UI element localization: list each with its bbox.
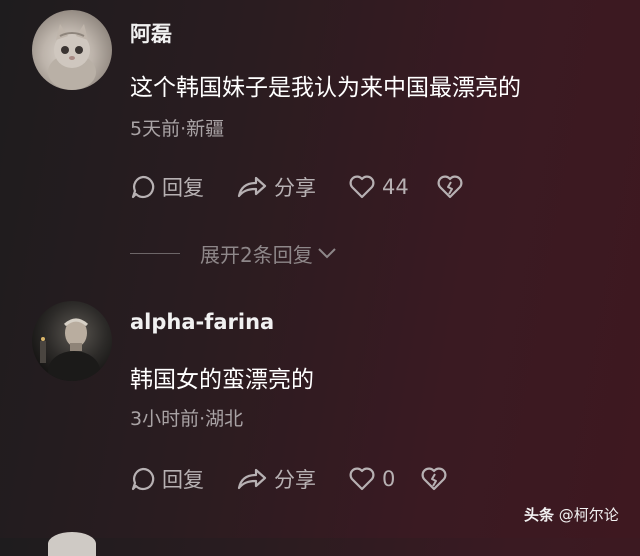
divider-line <box>130 252 180 254</box>
watermark: 头条 @柯尔论 <box>524 504 619 525</box>
comment-actions: 回复 分享 44 <box>130 172 610 202</box>
reply-label: 回复 <box>162 468 204 492</box>
expand-replies-button[interactable]: 展开2条回复 <box>130 238 338 268</box>
expand-replies-label: 展开2条回复 <box>200 242 313 267</box>
chevron-down-icon <box>318 248 336 259</box>
broken-heart-icon <box>421 467 447 491</box>
username[interactable]: 阿磊 <box>130 18 172 48</box>
share-arrow-icon <box>237 468 267 490</box>
like-count: 0 <box>382 467 396 491</box>
comment-text: 这个韩国妹子是我认为来中国最漂亮的 <box>130 75 521 101</box>
share-label: 分享 <box>274 176 316 200</box>
comment-bubble-icon <box>131 175 155 199</box>
comment-text: 韩国女的蛮漂亮的 <box>130 367 314 393</box>
kitten-avatar-image <box>48 24 96 90</box>
avatar[interactable] <box>32 301 112 381</box>
comment-bubble-icon <box>131 467 155 491</box>
reply-button[interactable]: 回复 <box>130 172 204 202</box>
share-button[interactable]: 分享 <box>236 464 316 494</box>
comment-meta: 5天前·新疆 <box>130 118 225 140</box>
comment-meta: 3小时前·湖北 <box>130 408 244 430</box>
like-button[interactable]: 44 <box>348 172 409 202</box>
broken-heart-icon <box>437 175 463 199</box>
share-button[interactable]: 分享 <box>236 172 316 202</box>
like-count: 44 <box>382 175 409 199</box>
avatar[interactable] <box>32 10 112 90</box>
heart-icon <box>349 175 375 199</box>
reply-button[interactable]: 回复 <box>130 464 204 494</box>
avatar[interactable] <box>48 532 96 556</box>
reply-label: 回复 <box>162 176 204 200</box>
watermark-handle: @柯尔论 <box>558 506 619 524</box>
dislike-button[interactable] <box>420 464 454 494</box>
heart-icon <box>349 467 375 491</box>
share-label: 分享 <box>274 468 316 492</box>
man-avatar-image <box>40 318 100 381</box>
username[interactable]: alpha-farina <box>130 310 274 334</box>
comment-actions: 回复 分享 0 <box>130 464 610 494</box>
share-arrow-icon <box>237 176 267 198</box>
dislike-button[interactable] <box>436 172 470 202</box>
like-button[interactable]: 0 <box>348 464 395 494</box>
watermark-brand: 头条 <box>524 506 555 524</box>
